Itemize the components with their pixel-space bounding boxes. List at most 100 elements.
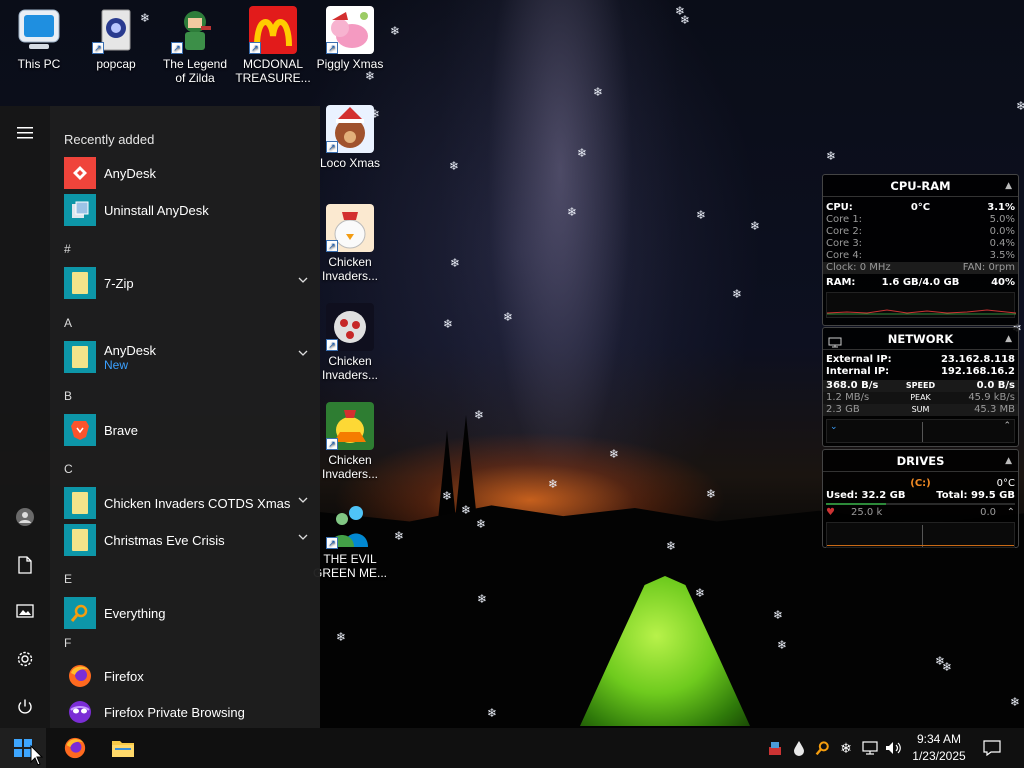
app-item-7-zip[interactable]: 7-Zip	[64, 267, 310, 299]
app-label: AnyDesk	[104, 165, 157, 181]
documents-icon[interactable]	[10, 550, 40, 580]
chevron-down-icon[interactable]	[296, 495, 310, 509]
drive-row: (C:) 0°C	[910, 478, 1015, 489]
shortcut-arrow-icon: ↗	[326, 42, 338, 54]
tray-everything-icon[interactable]	[813, 738, 833, 758]
firefox-icon	[64, 737, 86, 759]
monitor-icon	[15, 6, 63, 54]
drive-usage-bar	[826, 503, 1015, 505]
drive-graph	[826, 522, 1015, 548]
drive-io-row: ♥ 25.0 k 0.0 ⌃	[826, 507, 1015, 519]
tray-drop-icon[interactable]	[789, 738, 809, 758]
desktop-icon-chicken-invaders-3[interactable]: ↗ Chicken Invaders...	[312, 402, 388, 481]
app-item-chicken-invaders-cotds[interactable]: Chicken Invaders COTDS Xmas	[64, 487, 310, 519]
app-item-brave[interactable]: Brave	[64, 414, 310, 446]
clock-time: 9:34 AM	[916, 732, 962, 746]
collapse-icon[interactable]: ▲	[1005, 175, 1012, 197]
section-letter[interactable]: F	[64, 636, 71, 650]
drive-read-icon: ♥	[826, 507, 835, 518]
section-letter[interactable]: E	[64, 572, 72, 586]
upload-arrow-icon: ⌃	[1003, 421, 1011, 431]
chevron-down-icon[interactable]	[296, 532, 310, 546]
core-row: Core 1: 5.0%	[826, 214, 1015, 225]
app-item-everything[interactable]: Everything	[64, 597, 310, 629]
shortcut-arrow-icon: ↗	[326, 240, 338, 252]
power-icon[interactable]	[10, 692, 40, 722]
shortcut-arrow-icon: ↗	[249, 42, 261, 54]
taskbar-clock[interactable]: 9:34 AM 1/23/2025	[904, 731, 974, 765]
bear-icon: ↗	[326, 105, 374, 153]
recently-added-header: Recently added	[64, 132, 155, 147]
app-item-firefox-private[interactable]: Firefox Private Browsing	[64, 696, 310, 728]
network-graph: ⌄ ⌃	[826, 419, 1015, 443]
desktop-icon-label: popcap	[96, 57, 136, 71]
tray-network-icon[interactable]	[860, 738, 880, 758]
desktop-icon-evil-green-me[interactable]: ↗ THE EVIL GREEN ME...	[312, 501, 388, 580]
chicken-icon: ↗	[326, 402, 374, 450]
tray-volume-icon[interactable]	[884, 738, 904, 758]
pictures-icon[interactable]	[10, 596, 40, 626]
tray-network-app-icon[interactable]	[765, 738, 785, 758]
tree-silhouette	[438, 430, 456, 520]
desktop-icon-label: Chicken Invaders...	[321, 255, 379, 283]
ram-row: RAM: 1.6 GB/4.0 GB 40%	[826, 277, 1015, 288]
hamburger-icon[interactable]	[10, 118, 40, 148]
tray-snowflake-icon[interactable]: ❄	[836, 738, 856, 758]
collapse-icon[interactable]: ⌃	[1007, 507, 1015, 519]
desktop-icon-chicken-invaders-1[interactable]: ↗ Chicken Invaders...	[312, 204, 388, 283]
settings-gear-icon[interactable]	[10, 644, 40, 674]
clock-date: 1/23/2025	[912, 749, 966, 763]
desktop-icon-label: The Legend of Zilda	[162, 57, 228, 85]
app-list: Recently added AnyDesk Uninstall AnyDesk…	[50, 106, 320, 728]
app-item-christmas-eve-crisis[interactable]: Christmas Eve Crisis	[64, 524, 310, 556]
desktop-icon-legend-of-zilda[interactable]: ↗ The Legend of Zilda	[157, 6, 233, 85]
external-ip-row: External IP: 23.162.8.118	[826, 354, 1015, 365]
taskbar-file-explorer[interactable]	[100, 728, 146, 768]
desktop-icon-label: THE EVIL GREEN ME...	[312, 552, 387, 580]
cpu-graph	[826, 292, 1016, 318]
taskbar-firefox[interactable]	[52, 728, 98, 768]
app-item-firefox[interactable]: Firefox	[64, 660, 310, 692]
widget-title: NETWORK ▲	[823, 328, 1018, 350]
firefox-private-icon	[64, 696, 96, 728]
folder-icon	[64, 487, 96, 519]
section-letter[interactable]: #	[64, 242, 71, 256]
desktop-icon-label: Chicken Invaders...	[321, 354, 379, 382]
cpu-ram-widget: CPU-RAM ▲ CPU: 0°C 3.1% Core 1: 5.0% Core…	[822, 174, 1019, 326]
action-center-icon[interactable]	[981, 738, 1003, 758]
desktop-icon-label: Piggly Xmas	[316, 57, 384, 71]
chevron-down-icon[interactable]	[296, 275, 310, 289]
app-item-anydesk-recent[interactable]: AnyDesk	[64, 157, 310, 189]
shortcut-arrow-icon: ↗	[92, 42, 104, 54]
start-rail	[0, 106, 50, 728]
shortcut-arrow-icon: ↗	[326, 141, 338, 153]
core-row: Core 4: 3.5%	[826, 250, 1015, 261]
desktop-icon-loco-xmas[interactable]: ↗ Loco Xmas	[312, 105, 388, 170]
app-item-anydesk[interactable]: AnyDesk New	[64, 340, 310, 374]
network-icon	[828, 333, 842, 355]
chevron-down-icon[interactable]	[296, 348, 310, 362]
folder-icon	[64, 267, 96, 299]
desktop-icon-this-pc[interactable]: This PC	[1, 6, 77, 71]
collapse-icon[interactable]: ▲	[1005, 328, 1012, 350]
collapse-icon[interactable]: ▲	[1005, 450, 1012, 472]
taskbar: ❄ 9:34 AM 1/23/2025	[0, 728, 1024, 768]
desktop-icon-chicken-invaders-2[interactable]: ↗ Chicken Invaders...	[312, 303, 388, 382]
file-explorer-icon	[112, 741, 134, 757]
app-label: Christmas Eve Crisis	[104, 532, 225, 548]
section-letter[interactable]: B	[64, 389, 72, 403]
core-row: Core 3: 0.4%	[826, 238, 1015, 249]
desktop-icon-label: Loco Xmas	[319, 156, 381, 170]
desktop-icon-mcdonal-treasure[interactable]: ↗ MCDONAL TREASURE...	[235, 6, 311, 85]
magnifier-icon	[64, 597, 96, 629]
desktop-icon-popcap[interactable]: ↗ popcap	[78, 6, 154, 71]
app-item-uninstall-anydesk[interactable]: Uninstall AnyDesk	[64, 194, 310, 226]
app-label: 7-Zip	[104, 275, 134, 291]
desktop-icon-piggly-xmas[interactable]: ↗ Piggly Xmas	[312, 6, 388, 71]
drives-widget: DRIVES ▲ (C:) 0°C Used: 32.2 GB Total: 9…	[822, 449, 1019, 548]
section-letter[interactable]: A	[64, 316, 72, 330]
user-avatar-icon[interactable]	[10, 502, 40, 532]
game-icon: ↗	[171, 6, 219, 54]
widget-title: DRIVES ▲	[823, 450, 1018, 472]
section-letter[interactable]: C	[64, 462, 73, 476]
